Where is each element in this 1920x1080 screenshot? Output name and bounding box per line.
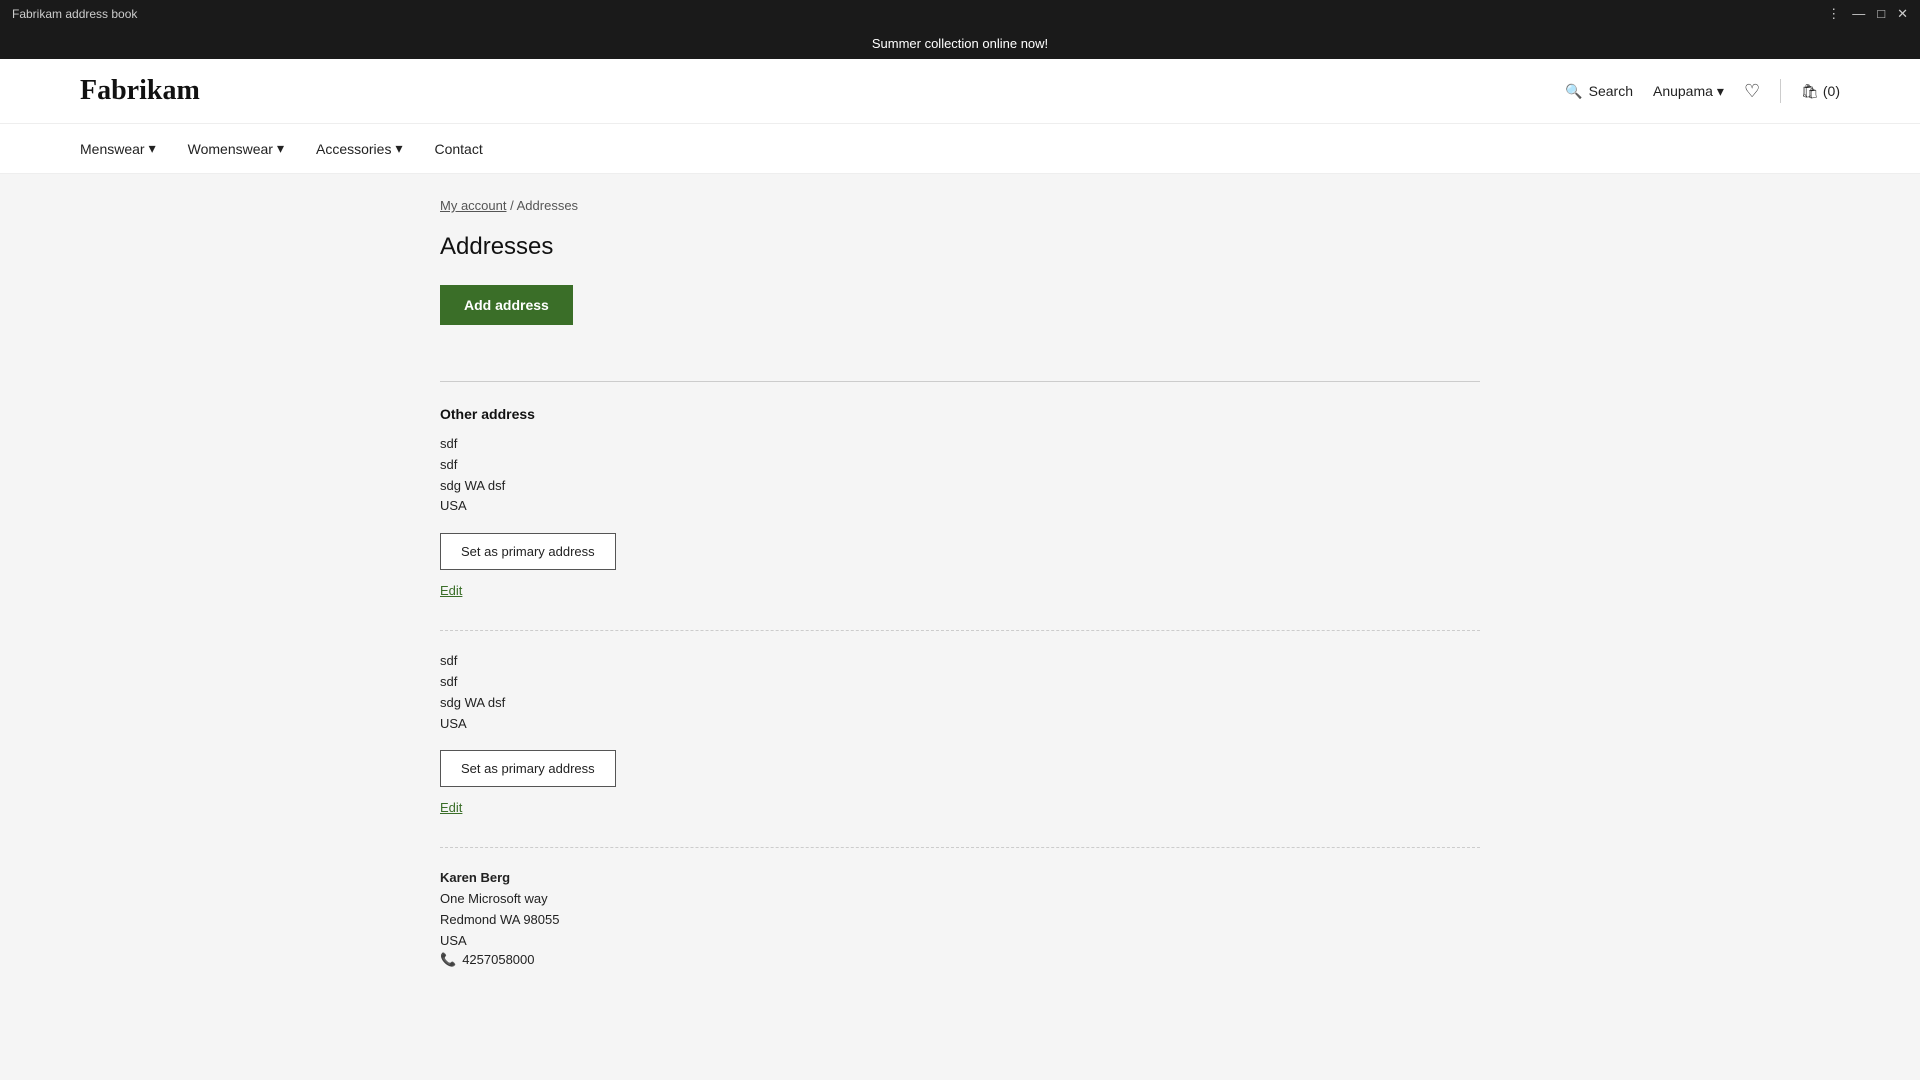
- edit-link-2[interactable]: Edit: [440, 800, 462, 815]
- address-line: One Microsoft way: [440, 889, 1480, 910]
- address-line: USA: [440, 931, 1480, 952]
- address-line: Redmond WA 98055: [440, 910, 1480, 931]
- nav-item-menswear[interactable]: Menswear ▾: [80, 124, 156, 173]
- search-label: Search: [1589, 83, 1633, 99]
- nav-item-womenswear[interactable]: Womenswear ▾: [188, 124, 284, 173]
- address-entry-1: sdf sdf sdg WA dsf USA Set as primary ad…: [440, 434, 1480, 622]
- address-line: USA: [440, 714, 1480, 735]
- user-menu-button[interactable]: Anupama ▾: [1653, 83, 1724, 100]
- section-divider: [440, 381, 1480, 382]
- phone-number: 4257058000: [462, 952, 534, 967]
- address-entry-divider-2: [440, 847, 1480, 848]
- chevron-down-icon: ▾: [395, 140, 402, 157]
- window-title: Fabrikam address book: [12, 7, 137, 21]
- cart-button[interactable]: 🛍 (0): [1801, 83, 1840, 100]
- logo[interactable]: Fabrikam: [80, 75, 200, 107]
- edit-link-1[interactable]: Edit: [440, 583, 462, 598]
- search-button[interactable]: 🔍 Search: [1565, 83, 1633, 100]
- window-menu-icon[interactable]: ⋮: [1827, 6, 1840, 22]
- set-primary-button-1[interactable]: Set as primary address: [440, 533, 616, 570]
- address-line: Karen Berg: [440, 868, 1480, 889]
- address-entry-divider-1: [440, 630, 1480, 631]
- window-title-bar: Fabrikam address book ⋮ — □ ✕: [0, 0, 1920, 28]
- set-primary-button-2[interactable]: Set as primary address: [440, 750, 616, 787]
- address-line: sdf: [440, 651, 1480, 672]
- banner-text: Summer collection online now!: [872, 36, 1048, 51]
- window-close-icon[interactable]: ✕: [1897, 6, 1908, 22]
- breadcrumb-parent[interactable]: My account: [440, 198, 506, 213]
- heart-icon: ♡: [1744, 81, 1760, 101]
- top-banner: Summer collection online now!: [0, 28, 1920, 59]
- page-title: Addresses: [440, 233, 1480, 261]
- nav-label-contact: Contact: [434, 141, 482, 157]
- chevron-down-icon: ▾: [149, 140, 156, 157]
- address-line: sdf: [440, 455, 1480, 476]
- nav-label-accessories: Accessories: [316, 141, 391, 157]
- header: Fabrikam 🔍 Search Anupama ▾ ♡ 🛍 (0): [0, 59, 1920, 124]
- address-line: sdf: [440, 672, 1480, 693]
- address-block-1: sdf sdf sdg WA dsf USA: [440, 434, 1480, 517]
- address-block-2: sdf sdf sdg WA dsf USA: [440, 651, 1480, 734]
- nav-label-womenswear: Womenswear: [188, 141, 273, 157]
- window-controls[interactable]: ⋮ — □ ✕: [1827, 6, 1908, 22]
- address-line: USA: [440, 496, 1480, 517]
- address-line: sdg WA dsf: [440, 693, 1480, 714]
- address-line: sdg WA dsf: [440, 476, 1480, 497]
- address-section-label: Other address: [440, 406, 1480, 422]
- cart-count: (0): [1823, 83, 1840, 99]
- nav-item-accessories[interactable]: Accessories ▾: [316, 124, 403, 173]
- address-entry-2: sdf sdf sdg WA dsf USA Set as primary ad…: [440, 651, 1480, 839]
- phone-icon: 📞: [440, 952, 456, 968]
- search-icon: 🔍: [1565, 83, 1582, 100]
- user-label: Anupama: [1653, 83, 1713, 99]
- add-address-button[interactable]: Add address: [440, 285, 573, 325]
- wishlist-button[interactable]: ♡: [1744, 81, 1760, 102]
- window-maximize-icon[interactable]: □: [1877, 6, 1885, 22]
- nav-item-contact[interactable]: Contact: [434, 125, 482, 173]
- bag-icon: 🛍: [1801, 83, 1819, 100]
- main-nav: Menswear ▾ Womenswear ▾ Accessories ▾ Co…: [0, 124, 1920, 174]
- main-content: My account / Addresses Addresses Add add…: [360, 174, 1560, 1048]
- phone-line: 📞 4257058000: [440, 952, 1480, 968]
- address-block-3: Karen Berg One Microsoft way Redmond WA …: [440, 868, 1480, 967]
- address-line: sdf: [440, 434, 1480, 455]
- address-entry-3: Karen Berg One Microsoft way Redmond WA …: [440, 868, 1480, 987]
- window-minimize-icon[interactable]: —: [1852, 6, 1865, 22]
- chevron-down-icon: ▾: [1717, 83, 1724, 100]
- header-divider: [1780, 79, 1781, 103]
- chevron-down-icon: ▾: [277, 140, 284, 157]
- breadcrumb: My account / Addresses: [440, 198, 1480, 213]
- breadcrumb-current: Addresses: [517, 198, 578, 213]
- nav-label-menswear: Menswear: [80, 141, 145, 157]
- header-right: 🔍 Search Anupama ▾ ♡ 🛍 (0): [1565, 79, 1840, 103]
